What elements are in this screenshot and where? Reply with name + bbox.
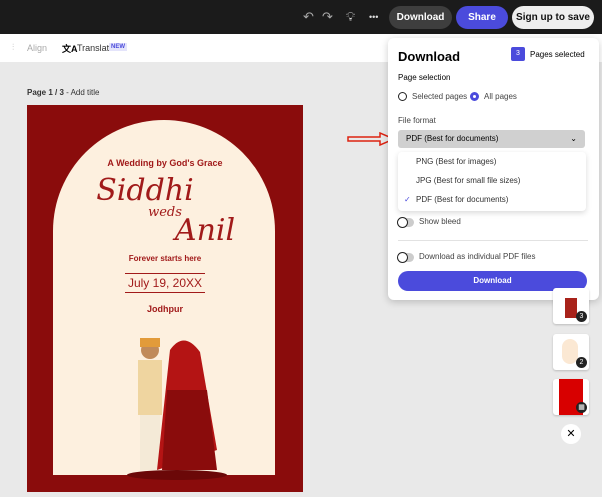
file-format-menu: PNG (Best for images) JPG (Best for smal…: [398, 152, 586, 211]
invitation-card[interactable]: A Wedding by God's Grace Siddhi weds Ani…: [27, 105, 303, 492]
sign-up-button[interactable]: Sign up to save: [512, 6, 594, 29]
page-thumbnail-1[interactable]: ▦: [553, 379, 589, 415]
divider: [398, 240, 588, 241]
format-value: PDF (Best for documents): [406, 134, 499, 143]
radio-all-pages[interactable]: All pages: [470, 92, 517, 102]
lightbulb-icon[interactable]: 💡︎: [346, 9, 355, 25]
close-icon[interactable]: ✕: [561, 424, 581, 444]
page-number: Page 1 / 3: [27, 88, 64, 97]
page-selection-label: Page selection: [398, 73, 451, 82]
new-badge: NEW: [109, 43, 127, 51]
card-name2: Anil: [174, 213, 236, 248]
page-badge: 2: [576, 357, 587, 368]
card-top-text: A Wedding by God's Grace: [107, 158, 223, 168]
card-date: July 19, 20XX: [125, 273, 205, 293]
top-bar: ↶ ↷ 💡︎ ••• Download Share Sign up to sav…: [0, 0, 602, 34]
panel-title: Download: [398, 49, 461, 64]
file-format-label: File format: [398, 116, 436, 125]
page-thumbnail-2[interactable]: 2: [553, 334, 589, 370]
file-format-select[interactable]: PDF (Best for documents) ⌄: [398, 130, 585, 148]
card-place: Jodhpur: [147, 304, 183, 314]
share-button[interactable]: Share: [456, 6, 508, 29]
page-thumbnail-3[interactable]: 3: [553, 288, 589, 324]
menu-item-png[interactable]: PNG (Best for images): [398, 152, 586, 171]
pages-selected-label: Pages selected: [530, 50, 585, 59]
couple-illustration: [127, 338, 227, 480]
undo-icon[interactable]: ↶: [303, 9, 314, 25]
menu-item-pdf[interactable]: ✓ PDF (Best for documents): [398, 190, 586, 209]
check-icon: ✓: [404, 195, 411, 204]
show-bleed-label: Show bleed: [419, 217, 461, 226]
individual-pdf-label: Download as individual PDF files: [419, 252, 536, 261]
menu-item-jpg[interactable]: JPG (Best for small file sizes): [398, 171, 586, 190]
card-tagline: Forever starts here: [128, 254, 202, 263]
add-title-link[interactable]: Add title: [71, 88, 100, 97]
align-button[interactable]: Align: [27, 43, 47, 53]
more-icon[interactable]: •••: [369, 12, 378, 22]
separator: -: [63, 88, 71, 97]
radio-selected-pages[interactable]: Selected pages: [398, 92, 468, 102]
individual-pdf-toggle[interactable]: [397, 252, 414, 263]
redo-icon[interactable]: ↷: [322, 9, 333, 25]
translate-icon: 文A: [62, 44, 78, 54]
pages-count-badge: 3: [511, 47, 525, 61]
chevron-down-icon: ⌄: [570, 134, 577, 143]
menu-label: PDF (Best for documents): [416, 195, 509, 204]
align-icon: ⫶: [12, 42, 15, 52]
radio-label: All pages: [484, 92, 517, 101]
page-badge: 3: [576, 311, 587, 322]
radio-label: Selected pages: [412, 92, 468, 101]
page-badge: ▦: [576, 402, 587, 413]
page-label: Page 1 / 3 - Add title: [27, 88, 100, 97]
show-bleed-toggle[interactable]: [397, 217, 414, 228]
card-name1: Siddhi: [96, 173, 194, 208]
download-top-button[interactable]: Download: [389, 6, 452, 29]
